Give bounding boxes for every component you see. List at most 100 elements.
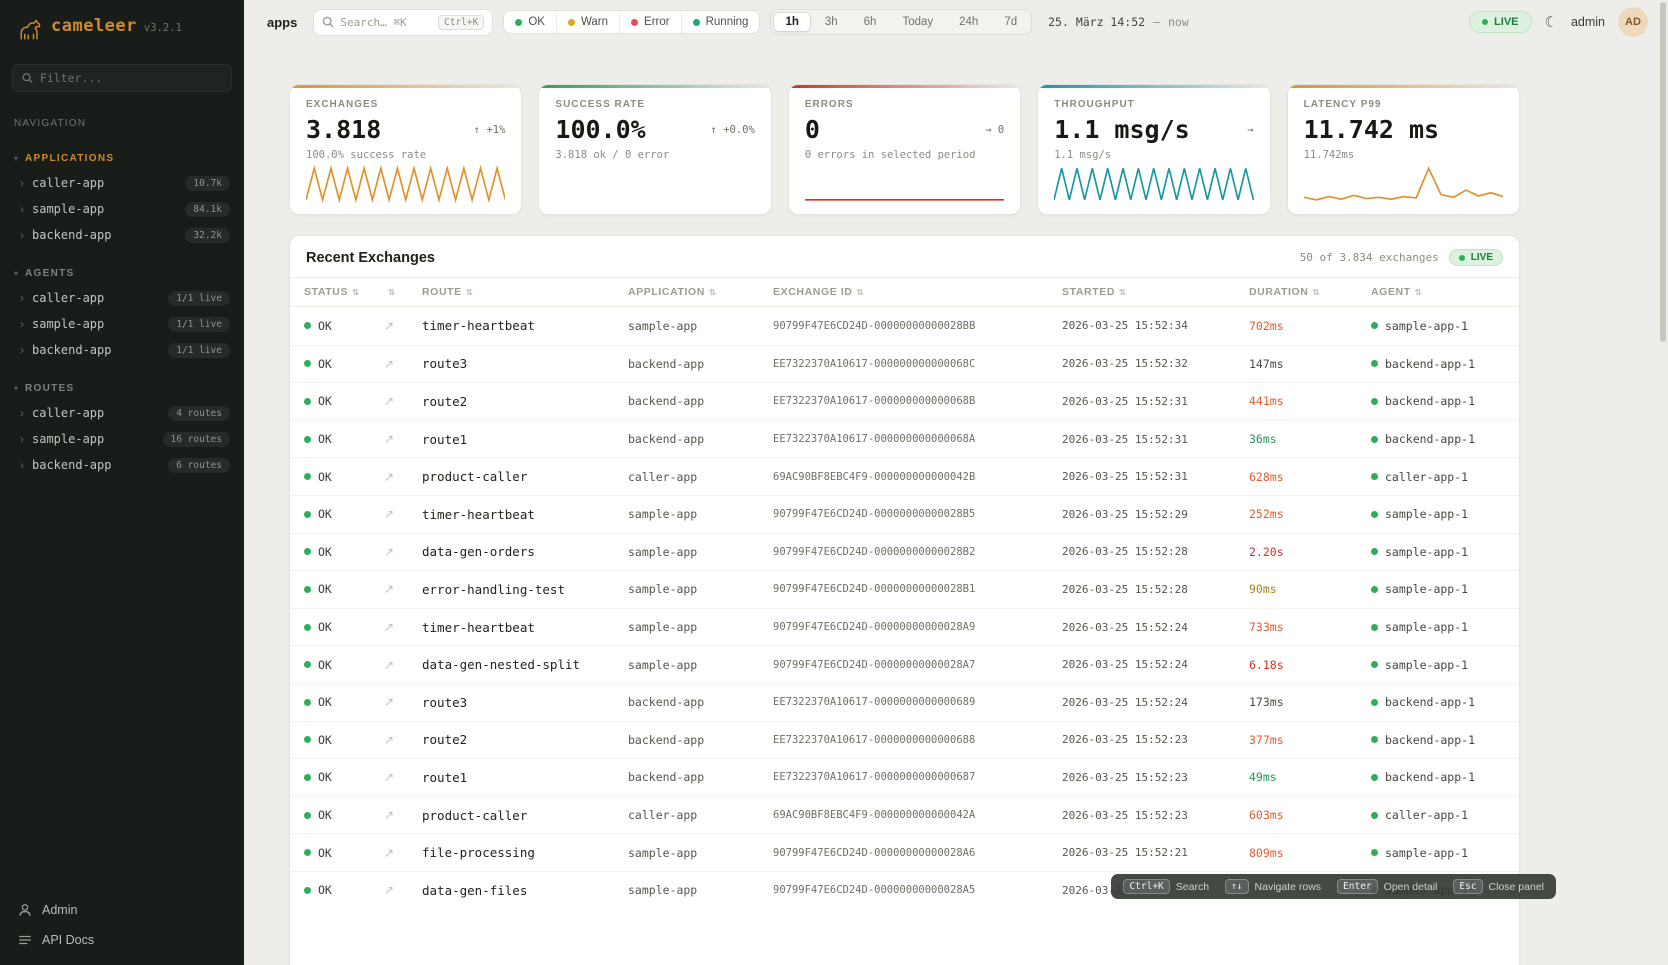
search-input[interactable]	[340, 16, 432, 29]
open-detail-icon[interactable]: ↗	[384, 658, 422, 672]
time-range-button[interactable]: 1h	[773, 12, 810, 32]
open-detail-icon[interactable]: ↗	[384, 808, 422, 822]
open-detail-icon[interactable]: ↗	[384, 470, 422, 484]
table-row[interactable]: OK ↗ file-processing sample-app 90799F47…	[290, 833, 1519, 871]
exchange-id-cell: 90799F47E6CD24D-00000000000028A6	[773, 847, 1062, 859]
open-detail-icon[interactable]: ↗	[384, 620, 422, 634]
time-range-button[interactable]: Today	[890, 12, 945, 32]
column-header[interactable]: ROUTE ⇅	[422, 286, 628, 298]
section-header-agents[interactable]: ▾ AGENTS	[0, 264, 244, 285]
column-header[interactable]: APPLICATION ⇅	[628, 286, 773, 298]
api-docs-nav-item[interactable]: API Docs	[0, 925, 244, 955]
status-chip[interactable]: OK	[504, 11, 556, 33]
date-range[interactable]: 25. März 14:52 — now	[1048, 15, 1189, 29]
sort-icon: ⇅	[709, 287, 717, 298]
column-header[interactable]: AGENT ⇅	[1371, 286, 1519, 298]
open-detail-icon[interactable]: ↗	[384, 507, 422, 521]
table-row[interactable]: OK ↗ timer-heartbeat sample-app 90799F47…	[290, 608, 1519, 646]
sidebar-item-badge: 6 routes	[168, 458, 230, 473]
table-row[interactable]: OK ↗ route1 backend-app EE7322370A10617-…	[290, 758, 1519, 796]
stat-card[interactable]: THROUGHPUT 1.1 msg/s → 1.1 msg/s	[1037, 84, 1270, 215]
time-range-button[interactable]: 6h	[852, 12, 889, 32]
application-cell: backend-app	[628, 357, 773, 371]
stat-card[interactable]: LATENCY P99 11.742 ms 11.742ms	[1287, 84, 1520, 215]
open-detail-icon[interactable]: ↗	[384, 545, 422, 559]
status-cell: OK	[304, 620, 384, 634]
table-row[interactable]: OK ↗ timer-heartbeat sample-app 90799F47…	[290, 307, 1519, 345]
stat-card[interactable]: EXCHANGES 3.818 ↑ +1% 100.0% success rat…	[289, 84, 522, 215]
filter-input[interactable]	[40, 71, 222, 85]
open-detail-icon[interactable]: ↗	[384, 883, 422, 897]
sidebar-item[interactable]: › sample-app 1/1 live	[0, 311, 244, 337]
sidebar-item[interactable]: › caller-app 10.7k	[0, 170, 244, 196]
table-row[interactable]: OK ↗ data-gen-nested-split sample-app 90…	[290, 645, 1519, 683]
ok-status-dot	[304, 887, 311, 894]
ok-status-dot	[304, 511, 311, 518]
status-label: OK	[318, 658, 332, 672]
avatar[interactable]: AD	[1618, 7, 1648, 37]
status-chip[interactable]: Running	[681, 11, 760, 33]
column-header[interactable]: STARTED ⇅	[1062, 286, 1249, 298]
sidebar-item[interactable]: › caller-app 1/1 live	[0, 285, 244, 311]
agent-status-dot	[1371, 511, 1378, 518]
status-label: OK	[318, 695, 332, 709]
section-header-applications[interactable]: ▾ APPLICATIONS	[0, 149, 244, 170]
table-row[interactable]: OK ↗ route1 backend-app EE7322370A10617-…	[290, 420, 1519, 458]
open-detail-icon[interactable]: ↗	[384, 319, 422, 333]
open-detail-icon[interactable]: ↗	[384, 695, 422, 709]
table-row[interactable]: OK ↗ product-caller caller-app 69AC90BF8…	[290, 796, 1519, 834]
agent-status-dot	[1371, 774, 1378, 781]
time-range-button[interactable]: 3h	[813, 12, 850, 32]
table-row[interactable]: OK ↗ product-caller caller-app 69AC90BF8…	[290, 457, 1519, 495]
page-scrollbar[interactable]	[1660, 2, 1666, 342]
open-detail-icon[interactable]: ↗	[384, 846, 422, 860]
sidebar-item[interactable]: › backend-app 6 routes	[0, 452, 244, 478]
main: apps Ctrl+K OK Warn	[244, 0, 1668, 965]
table-row[interactable]: OK ↗ route2 backend-app EE7322370A10617-…	[290, 382, 1519, 420]
stat-card[interactable]: ERRORS 0 → 0 0 errors in selected period	[788, 84, 1021, 215]
open-detail-icon[interactable]: ↗	[384, 394, 422, 408]
status-chip[interactable]: Warn	[556, 11, 619, 33]
stat-card[interactable]: SUCCESS RATE 100.0% ↑ +0.0% 3.818 ok / 0…	[538, 84, 771, 215]
agent-status-dot	[1371, 661, 1378, 668]
admin-nav-item[interactable]: Admin	[0, 895, 244, 925]
open-detail-icon[interactable]: ↗	[384, 357, 422, 371]
exchange-id-cell: 90799F47E6CD24D-00000000000028B5	[773, 508, 1062, 520]
column-header[interactable]: STATUS ⇅	[304, 286, 384, 298]
stat-card-value: 100.0%	[555, 115, 645, 144]
agent-status-dot	[1371, 398, 1378, 405]
table-row[interactable]: OK ↗ route3 backend-app EE7322370A10617-…	[290, 683, 1519, 721]
live-badge[interactable]: LIVE	[1469, 11, 1531, 33]
dark-mode-toggle[interactable]: ☾	[1545, 15, 1558, 30]
open-detail-icon[interactable]: ↗	[384, 733, 422, 747]
sidebar-item-badge: 1/1 live	[168, 291, 230, 306]
sidebar-item[interactable]: › sample-app 16 routes	[0, 426, 244, 452]
open-detail-icon[interactable]: ↗	[384, 770, 422, 784]
sidebar-item-label: caller-app	[32, 291, 160, 305]
table-live-badge[interactable]: LIVE	[1449, 249, 1503, 266]
table-row[interactable]: OK ↗ timer-heartbeat sample-app 90799F47…	[290, 495, 1519, 533]
sidebar-item[interactable]: › sample-app 84.1k	[0, 196, 244, 222]
table-row[interactable]: OK ↗ data-gen-orders sample-app 90799F47…	[290, 533, 1519, 571]
open-detail-icon[interactable]: ↗	[384, 582, 422, 596]
column-header[interactable]: ⇅	[384, 287, 422, 298]
started-cell: 2026-03-25 15:52:32	[1062, 357, 1249, 370]
column-header[interactable]: EXCHANGE ID ⇅	[773, 286, 1062, 298]
status-cell: OK	[304, 733, 384, 747]
table-row[interactable]: OK ↗ error-handling-test sample-app 9079…	[290, 570, 1519, 608]
sidebar-item[interactable]: › backend-app 32.2k	[0, 222, 244, 248]
logo[interactable]: cameleer v3.2.1	[0, 0, 244, 54]
column-header[interactable]: DURATION ⇅	[1249, 286, 1371, 298]
table-row[interactable]: OK ↗ route2 backend-app EE7322370A10617-…	[290, 721, 1519, 759]
time-range-button[interactable]: 7d	[992, 12, 1029, 32]
section-header-routes[interactable]: ▾ ROUTES	[0, 379, 244, 400]
open-detail-icon[interactable]: ↗	[384, 432, 422, 446]
status-chip[interactable]: Error	[619, 11, 681, 33]
ok-status-dot	[304, 398, 311, 405]
time-range-button[interactable]: 24h	[947, 12, 990, 32]
sidebar-item[interactable]: › backend-app 1/1 live	[0, 337, 244, 363]
sidebar-item[interactable]: › caller-app 4 routes	[0, 400, 244, 426]
table-row[interactable]: OK ↗ route3 backend-app EE7322370A10617-…	[290, 345, 1519, 383]
ok-status-dot	[304, 812, 311, 819]
route-cell: data-gen-nested-split	[422, 657, 628, 672]
